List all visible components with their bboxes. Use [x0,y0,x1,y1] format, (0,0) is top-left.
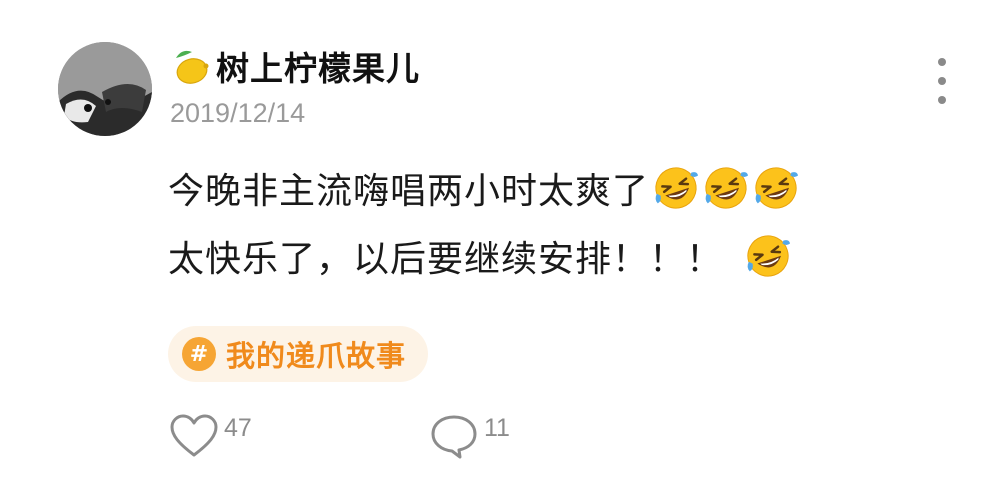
rofl-emoji [703,165,749,211]
rofl-emoji [745,233,791,279]
topic-tag[interactable]: # 我的递爪故事 [168,326,429,382]
user-name[interactable]: 树上柠檬果儿 [216,42,420,90]
post-content-line-2: 太快乐了，以后要继续安排！！！ [168,228,791,284]
comment-bubble-icon [431,415,477,459]
more-vertical-icon[interactable] [928,58,956,104]
heart-icon [170,414,218,457]
post-text-line-2: 太快乐了，以后要继续安排！！！ [168,239,724,280]
like-count: 47 [224,414,252,442]
topic-label: 我的递爪故事 [226,339,407,373]
post-card: 树上柠檬果儿 2019/12/14 今晚非主流嗨唱两小时太爽了 太快乐了，以后要… [0,0,1000,495]
comment-count: 11 [484,414,510,442]
rofl-emoji [653,165,699,211]
comment-button[interactable]: 11 [428,412,510,460]
hash-icon: # [182,337,216,371]
rofl-emoji [753,165,799,211]
post-content-line-1: 今晚非主流嗨唱两小时太爽了 [168,160,799,216]
user-name-row[interactable]: 树上柠檬果儿 [168,40,420,92]
lemon-icon [176,50,209,84]
like-button[interactable]: 47 [168,412,252,460]
post-date: 2019/12/14 [170,98,306,128]
post-text-line-1: 今晚非主流嗨唱两小时太爽了 [168,171,650,212]
user-avatar[interactable] [58,42,152,136]
